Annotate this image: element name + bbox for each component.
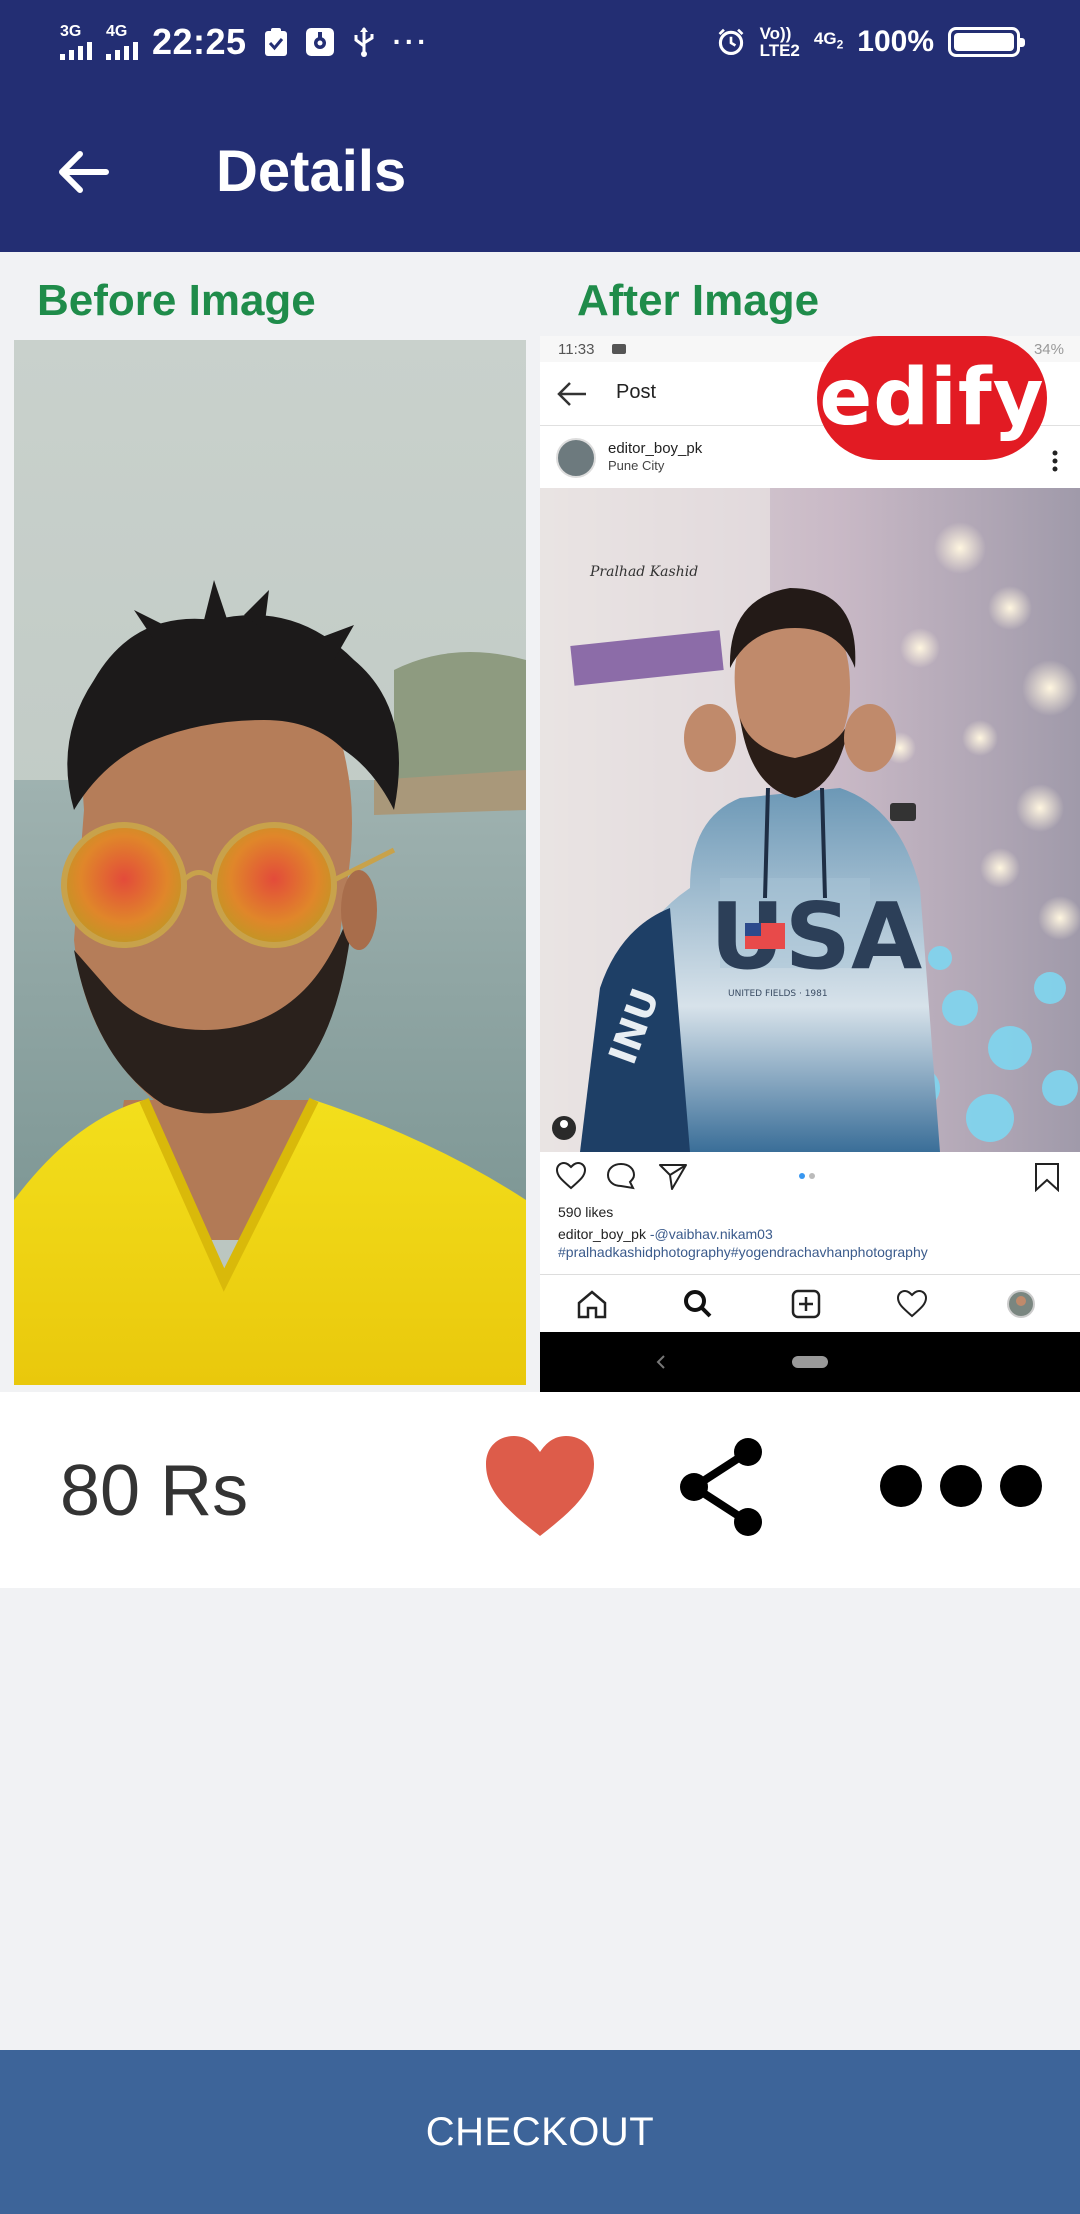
post-actions	[540, 1152, 1080, 1202]
post-hashtags: #pralhadkashidphotography#yogendrachavha…	[558, 1244, 928, 1260]
more-dot	[940, 1465, 982, 1507]
search-icon	[684, 1290, 712, 1318]
post-photo: Pralhad Kashid INU USA UNITED FIELDS · 1…	[540, 488, 1080, 1152]
alarm-icon	[716, 25, 746, 59]
chevron-left-icon	[656, 1355, 665, 1369]
network-type-label: 4G	[106, 23, 128, 40]
network-4g-sub: 2	[836, 37, 844, 52]
page-title: Details	[216, 139, 407, 204]
bookmark-icon[interactable]	[1034, 1162, 1060, 1192]
avatar	[556, 438, 596, 478]
checkout-button[interactable]: CHECKOUT	[0, 2050, 1080, 2214]
home-pill-icon	[792, 1356, 828, 1368]
more-dot	[1000, 1465, 1042, 1507]
battery-icon	[948, 27, 1025, 57]
after-status-time: 11:33	[558, 341, 595, 358]
volte-indicator: Vo)) LTE2	[760, 25, 800, 59]
after-bottom-nav	[540, 1274, 1080, 1332]
hoodie-subtext: UNITED FIELDS · 1981	[728, 989, 828, 999]
network-type-label: 3G	[60, 23, 82, 40]
usb-settings-icon	[305, 25, 335, 59]
usb-icon	[349, 25, 379, 59]
more-dot	[880, 1465, 922, 1507]
info-bar: 80 Rs	[0, 1392, 1080, 1588]
send-icon[interactable]	[658, 1162, 688, 1190]
post-likes: 590 likes	[558, 1204, 614, 1220]
carousel-dots	[799, 1173, 815, 1179]
post-caption: editor_boy_pk -@vaibhav.nikam03	[558, 1226, 773, 1242]
like-button[interactable]	[482, 1432, 598, 1542]
status-bar: 3G 4G 22:25 ··· Vo)) LTE2 4G2 100%	[0, 0, 1080, 84]
after-image[interactable]: 11:33 34% Post editor_boy_pk Pune City P…	[540, 336, 1080, 1392]
after-image-label: After Image	[577, 276, 820, 325]
volte-label: Vo))	[759, 24, 792, 43]
hoodie-text: USA	[710, 883, 922, 990]
back-arrow-icon	[557, 382, 586, 406]
more-notifications-icon: ···	[392, 26, 430, 57]
back-arrow-icon	[59, 151, 109, 193]
video-icon	[612, 344, 626, 354]
network-4g-indicator: 4G2	[814, 30, 843, 53]
heart-icon	[486, 1436, 594, 1536]
task-check-icon	[261, 25, 291, 59]
post-title: Post	[616, 381, 657, 403]
home-icon	[577, 1290, 607, 1319]
after-system-nav	[540, 1332, 1080, 1392]
comment-icon[interactable]	[606, 1162, 636, 1190]
activity-heart-icon	[896, 1290, 928, 1318]
before-image[interactable]	[14, 340, 526, 1385]
like-icon[interactable]	[556, 1162, 586, 1190]
share-button[interactable]	[672, 1432, 772, 1542]
signal-3g-icon: 3G	[60, 24, 92, 60]
signal-4g-icon: 4G	[106, 24, 138, 60]
post-username: editor_boy_pk	[608, 440, 703, 457]
before-image-label: Before Image	[37, 276, 316, 325]
more-options-button[interactable]	[880, 1454, 1042, 1518]
profile-avatar-icon	[1007, 1290, 1035, 1318]
caption-username: editor_boy_pk	[558, 1226, 646, 1242]
caption-mention: -@vaibhav.nikam03	[649, 1226, 773, 1242]
edify-logo: edify	[817, 336, 1047, 460]
network-4g-label: 4G	[813, 29, 837, 49]
share-icon	[680, 1438, 762, 1536]
kebab-menu-icon	[1052, 450, 1058, 472]
photo-signature: Pralhad Kashid	[589, 564, 698, 580]
add-post-icon	[791, 1289, 821, 1319]
back-button[interactable]	[44, 132, 124, 212]
lte-label: LTE2	[759, 41, 800, 60]
battery-percent: 100%	[857, 25, 934, 58]
status-time: 22:25	[152, 21, 247, 62]
price-label: 80 Rs	[60, 1451, 249, 1531]
post-location: Pune City	[608, 458, 665, 473]
app-bar: Details	[0, 84, 1080, 252]
